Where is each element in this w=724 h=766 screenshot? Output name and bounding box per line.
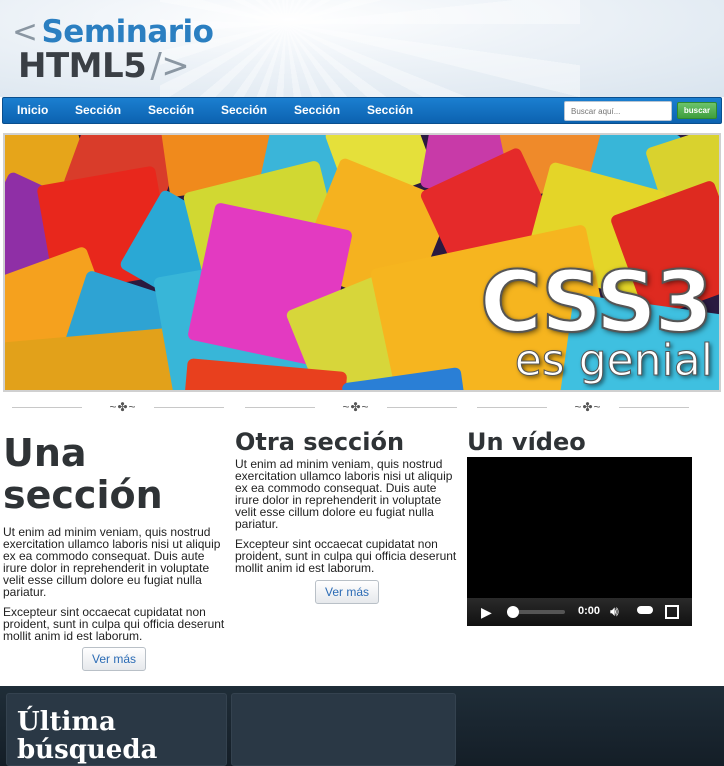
section-title: Un vídeo — [467, 428, 586, 456]
volume-icon[interactable]: 🔊︎ — [610, 603, 619, 620]
section-paragraph: Ut enim ad minim veniam, quis nostrud ex… — [235, 457, 453, 531]
hero-banner: CSS3 es genial — [3, 133, 721, 392]
nav-item-seccion-3[interactable]: Sección — [221, 103, 267, 117]
section-paragraph: Excepteur sint occaecat cupidatat non pr… — [3, 605, 225, 643]
ornament-icon: ~✤~ — [574, 400, 602, 414]
ver-mas-button[interactable]: Ver más — [82, 647, 146, 671]
footer-panel — [231, 693, 456, 766]
section-divider: ~✤~ — [477, 400, 689, 414]
section-paragraph: Excepteur sint occaecat cupidatat non pr… — [235, 537, 457, 575]
ornament-icon: ~✤~ — [342, 400, 370, 414]
nav-item-seccion-4[interactable]: Sección — [294, 103, 340, 117]
play-icon[interactable]: ▶ — [481, 604, 492, 621]
site-header: < Seminario HTML5/> — [0, 0, 724, 97]
section-title: Una sección — [3, 431, 163, 517]
search-input[interactable] — [564, 101, 672, 121]
footer-panel-title: Última búsqueda — [17, 707, 158, 765]
banner-subtitle: es genial — [514, 335, 713, 387]
ver-mas-button[interactable]: Ver más — [315, 580, 379, 604]
nav-item-seccion-1[interactable]: Sección — [75, 103, 121, 117]
section-paragraph: Ut enim ad minim veniam, quis nostrud ex… — [3, 525, 221, 599]
video-player[interactable]: ▶ 0:00 🔊︎ — [467, 457, 692, 626]
section-otra: Otra sección Ut enim ad minim veniam, qu… — [235, 428, 457, 582]
header-rays — [160, 0, 580, 97]
section-una: Una sección Ut enim ad minim veniam, qui… — [3, 428, 225, 650]
nav-item-seccion-2[interactable]: Sección — [148, 103, 194, 117]
logo-html5-text: HTML5 — [18, 46, 147, 86]
ornament-icon: ~✤~ — [109, 400, 137, 414]
main-nav: Inicio Sección Sección Sección Sección S… — [2, 97, 722, 124]
section-title: Otra sección — [235, 428, 405, 456]
section-video: Un vídeo — [467, 428, 692, 456]
logo-open-bracket: < — [12, 14, 38, 50]
section-divider: ~✤~ — [245, 400, 457, 414]
site-footer: Última búsqueda — [0, 686, 724, 766]
site-logo-bottom[interactable]: HTML5/> — [18, 46, 190, 86]
logo-close-bracket: /> — [150, 46, 190, 86]
volume-toggle[interactable] — [637, 606, 653, 614]
logo-seminario-text: Seminario — [41, 14, 214, 50]
section-divider: ~✤~ — [12, 400, 224, 414]
search-button[interactable]: buscar — [677, 102, 717, 119]
footer-panel-search: Última búsqueda — [6, 693, 227, 766]
nav-item-seccion-5[interactable]: Sección — [367, 103, 413, 117]
progress-knob[interactable] — [507, 606, 519, 618]
nav-item-inicio[interactable]: Inicio — [17, 103, 48, 117]
time-display: 0:00 — [578, 605, 601, 617]
video-controls: ▶ 0:00 🔊︎ — [467, 598, 692, 626]
site-logo-top[interactable]: < Seminario — [12, 14, 214, 50]
fullscreen-icon[interactable] — [665, 605, 679, 619]
